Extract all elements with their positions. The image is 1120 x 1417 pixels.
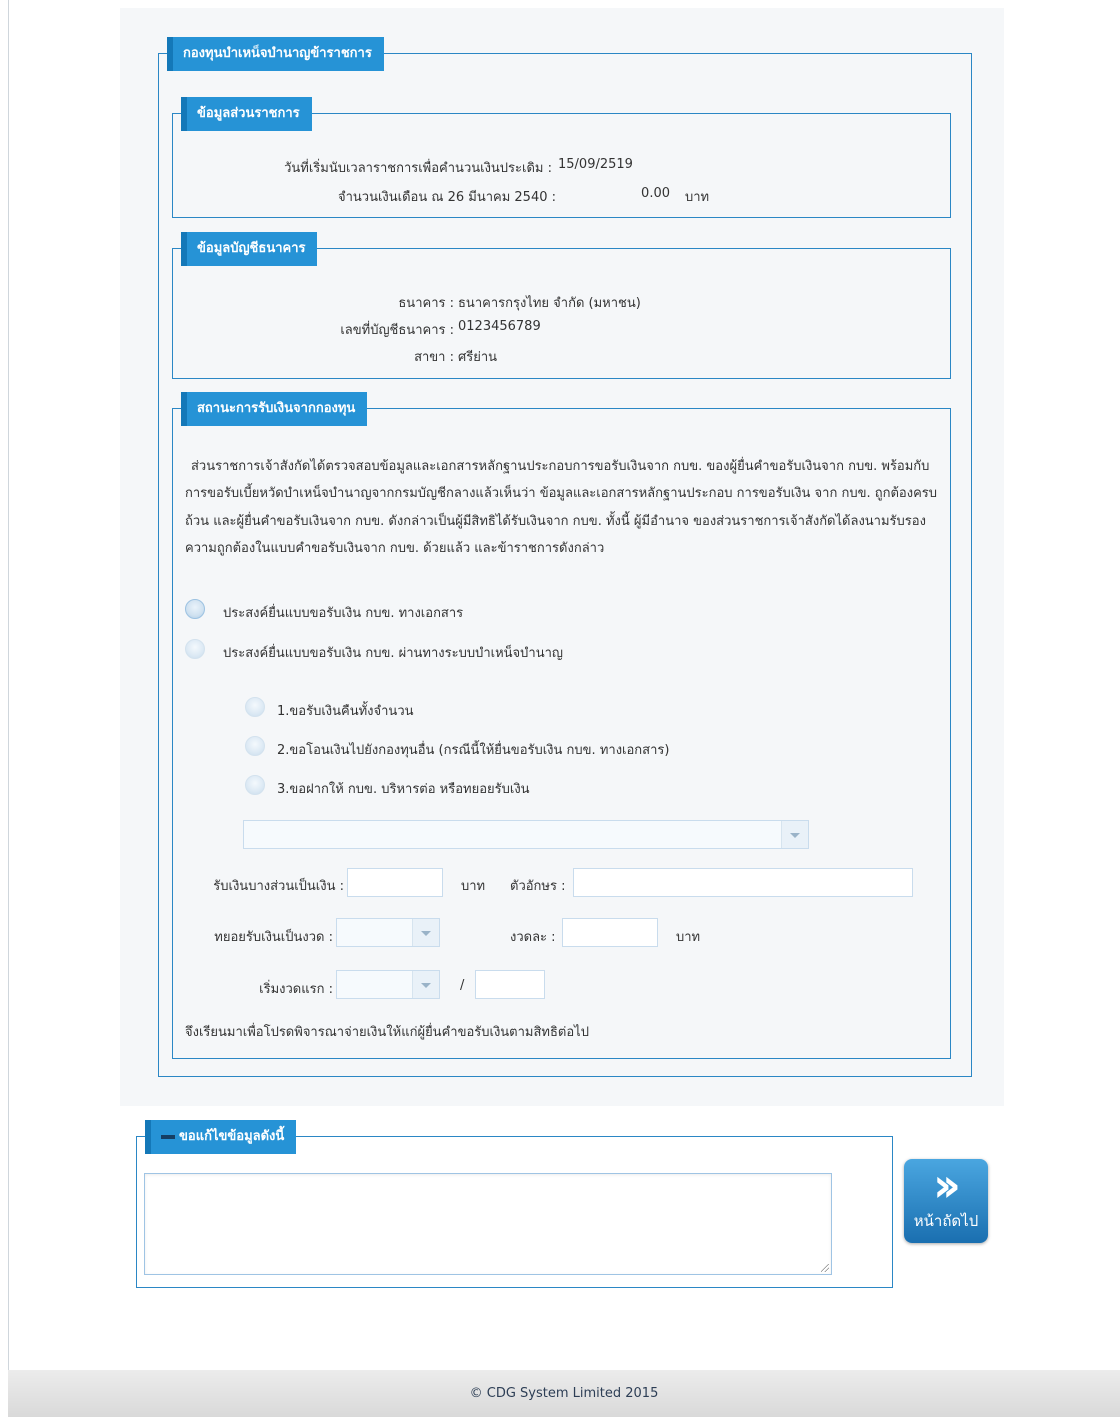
partial-amount-label: รับเงินบางส่วนเป็นเงิน : — [213, 879, 344, 894]
agency-legend: ข้อมูลส่วนราชการ — [181, 97, 312, 131]
letters-input[interactable] — [573, 868, 913, 897]
first-installment-year-input[interactable] — [475, 970, 545, 999]
per-installment-label: งวดละ : — [510, 930, 556, 945]
chevron-down-icon — [781, 821, 808, 848]
salary-unit: บาท — [685, 190, 710, 205]
status-legend: สถานะการรับเงินจากกองทุน — [181, 392, 368, 426]
sub-option-2-label[interactable]: 2.ขอโอนเงินไปยังกองทุนอื่น (กรณีนี้ให้ยื… — [277, 739, 669, 760]
collapse-minus-icon[interactable] — [161, 1134, 175, 1139]
radio-sub-option-1[interactable] — [245, 697, 265, 717]
per-installment-unit: บาท — [676, 930, 701, 945]
sub-option-select[interactable] — [243, 820, 809, 849]
chevron-down-icon — [412, 919, 439, 946]
start-date-label: วันที่เริ่มนับเวลาราชการเพื่อคำนวนเงินปร… — [284, 161, 552, 176]
sub-option-3-label[interactable]: 3.ขอฝากให้ กบข. บริหารต่อ หรือทยอยรับเงิ… — [277, 778, 530, 799]
first-installment-select[interactable] — [336, 970, 440, 999]
footer: © CDG System Limited 2015 — [8, 1370, 1120, 1417]
radio-sub-option-3[interactable] — [245, 775, 265, 795]
partial-amount-input[interactable] — [347, 868, 443, 897]
branch-label: สาขา : — [414, 350, 454, 365]
status-fieldset: สถานะการรับเงินจากกองทุน ส่วนราชการเจ้าส… — [172, 392, 951, 1059]
installments-label: ทยอยรับเงินเป็นงวด : — [214, 930, 333, 945]
double-chevron-right-icon: ›› — [933, 1158, 961, 1212]
per-installment-input[interactable] — [562, 918, 658, 947]
status-paragraph: ส่วนราชการเจ้าสังกัดได้ตรวจสอบข้อมูลและเ… — [185, 459, 938, 556]
date-separator: / — [460, 978, 465, 993]
radio-document[interactable] — [185, 599, 205, 619]
account-label: เลขที่บัญชีธนาคาร : — [340, 323, 454, 338]
installments-select[interactable] — [336, 918, 440, 947]
copyright-text: © CDG System Limited 2015 — [469, 1386, 659, 1401]
bank-legend: ข้อมูลบัญชีธนาคาร — [181, 232, 318, 266]
letters-label: ตัวอักษร : — [510, 879, 566, 894]
start-date-value: 15/09/2519 — [558, 157, 633, 172]
bank-label: ธนาคาร : — [398, 296, 454, 311]
fund-legend: กองทุนบำเหน็จบำนาญข้าราชการ — [167, 37, 384, 71]
first-installment-label: เริ่มงวดแรก : — [259, 982, 333, 997]
correction-title: ขอแก้ไขข้อมูลดังนี้ — [179, 1129, 285, 1144]
next-page-label: หน้าถัดไป — [913, 1212, 979, 1230]
salary-value: 0.00 — [641, 186, 670, 201]
branch-value: ศรีย่าน — [458, 350, 498, 365]
bank-value: ธนาคารกรุงไทย จำกัด (มหาชน) — [458, 296, 641, 311]
page-left-rule — [8, 0, 9, 1370]
correction-textarea[interactable] — [144, 1173, 832, 1275]
correction-legend[interactable]: ขอแก้ไขข้อมูลดังนี้ — [145, 1120, 297, 1154]
sub-option-1-label[interactable]: 1.ขอรับเงินคืนทั้งจำนวน — [277, 700, 414, 721]
next-page-button[interactable]: ›› หน้าถัดไป — [904, 1159, 988, 1243]
partial-amount-unit: บาท — [461, 879, 486, 894]
radio-sub-option-2[interactable] — [245, 736, 265, 756]
salary-label: จำนวนเงินเดือน ณ 26 มีนาคม 2540 : — [338, 190, 556, 205]
bank-fieldset: ข้อมูลบัญชีธนาคาร ธนาคาร : ธนาคารกรุงไทย… — [172, 232, 951, 379]
closing-text: จึงเรียนมาเพื่อโปรดพิจารณาจ่ายเงินให้แก่… — [185, 1025, 589, 1040]
resize-grip-icon[interactable] — [821, 1264, 829, 1272]
account-value: 0123456789 — [458, 319, 541, 334]
chevron-down-icon — [412, 971, 439, 998]
option-document-label[interactable]: ประสงค์ยื่นแบบขอรับเงิน กบข. ทางเอกสาร — [223, 602, 463, 623]
agency-fieldset: ข้อมูลส่วนราชการ วันที่เริ่มนับเวลาราชกา… — [172, 97, 951, 218]
radio-system[interactable] — [185, 639, 205, 659]
option-system-label[interactable]: ประสงค์ยื่นแบบขอรับเงิน กบข. ผ่านทางระบบ… — [223, 642, 563, 663]
